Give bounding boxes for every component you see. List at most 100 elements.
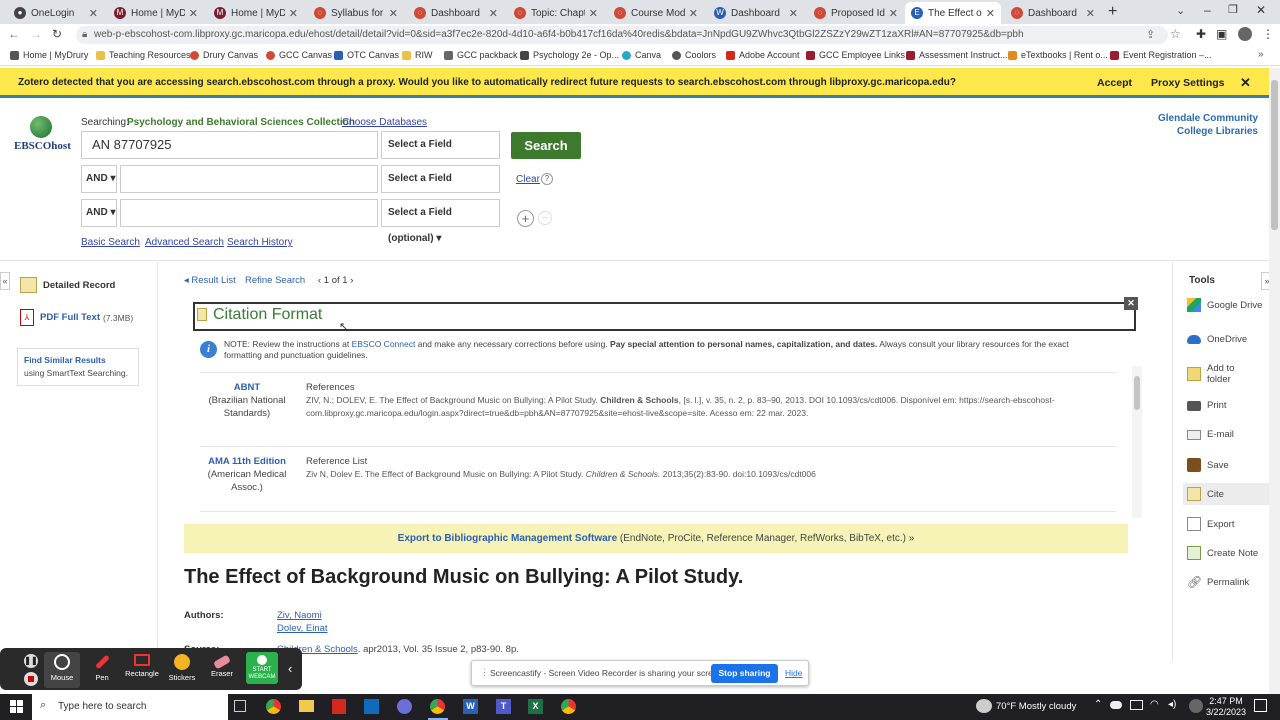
tool-save[interactable]: Save [1187, 458, 1229, 472]
taskbar-search-box[interactable]: ⌕ Type here to search [32, 694, 228, 720]
proxy-settings-button[interactable]: Proxy Settings [1151, 77, 1225, 89]
teams-icon[interactable]: T [496, 699, 511, 714]
tab-proposed-idea[interactable]: ◌ Proposed Idea ✕ [808, 2, 904, 24]
close-icon[interactable]: ✕ [489, 7, 498, 20]
weather-icon[interactable] [976, 699, 992, 713]
tool-print[interactable]: Print [1187, 400, 1227, 411]
remove-row-icon[interactable]: – [538, 211, 552, 225]
ebscohost-logo[interactable]: EBSCOhost [14, 116, 71, 156]
bookmark-gcc-packback[interactable]: GCC packback [444, 50, 518, 60]
new-tab-icon[interactable]: + [1108, 3, 1117, 21]
reload-icon[interactable]: ↻ [52, 27, 62, 41]
scrollbar-thumb[interactable] [1134, 376, 1140, 410]
tab-syllabus[interactable]: ◌ Syllabus for BS ✕ [308, 2, 404, 24]
close-icon[interactable]: ✕ [986, 7, 995, 20]
word-icon[interactable]: W [463, 699, 478, 714]
stop-sharing-button[interactable]: Stop sharing [711, 664, 778, 683]
search-history-link[interactable]: Search History [227, 237, 293, 248]
sidepanel-icon[interactable]: ▣ [1216, 27, 1227, 41]
tray-chevron-icon[interactable]: ⌃ [1094, 699, 1102, 710]
url-field[interactable]: 🔒︎ web-p-ebscohost-com.libproxy.gc.marico… [76, 26, 1168, 44]
weather-text[interactable]: 70°F Mostly cloudy [996, 701, 1076, 712]
search-button[interactable]: Search [511, 132, 581, 159]
wifi-icon[interactable]: ◠ [1150, 699, 1159, 710]
export-link[interactable]: Export to Bibliographic Management Softw… [398, 533, 617, 544]
mouse-tool-button[interactable]: Mouse [44, 652, 80, 688]
window-close-icon[interactable]: ✕ [1256, 3, 1266, 17]
tab-effect-of-background[interactable]: E The Effect of Ba ✕ [905, 2, 1001, 24]
tab-dashboard-3[interactable]: ◌ Dashboard ✕ [1005, 2, 1101, 24]
bookmark-etextbooks[interactable]: eTextbooks | Rent o... [1008, 50, 1108, 60]
tool-permalink[interactable]: 🔗︎ Permalink [1187, 575, 1249, 589]
outlook-icon[interactable] [364, 699, 379, 714]
bookmark-adobe-account[interactable]: Adobe Account [726, 50, 800, 60]
pdf-full-text-link[interactable]: ⅄ PDF Full Text (7.3MB) [20, 309, 133, 326]
start-webcam-button[interactable]: START WEBCAM [246, 652, 278, 684]
close-icon[interactable]: ✕ [1240, 75, 1251, 91]
bookmark-coolors[interactable]: Coolors [672, 50, 716, 60]
search-input-1[interactable]: AN 87707925 [81, 131, 378, 159]
bookmark-otc-canvas[interactable]: OTC Canvas [334, 50, 399, 60]
tab-topic-chapter[interactable]: ◌ Topic: Chapter ✕ [508, 2, 604, 24]
bookmark-teaching-resources[interactable]: Teaching Resources [96, 50, 191, 60]
close-icon[interactable]: ✕ [1086, 7, 1095, 20]
clock[interactable]: 2:47 PM 3/22/2023 [1206, 696, 1246, 718]
boolean-select-2[interactable]: AND ▾ [81, 165, 117, 193]
boolean-select-3[interactable]: AND ▾ [81, 199, 117, 227]
forward-icon[interactable]: → [30, 27, 42, 41]
tool-create-note[interactable]: Create Note [1187, 546, 1258, 560]
share-icon[interactable]: ⇪ [1146, 28, 1155, 41]
refine-search-link[interactable]: Refine Search [245, 275, 305, 286]
add-row-icon[interactable]: + [517, 210, 534, 227]
find-similar-box[interactable]: Find Similar Results using SmartText Sea… [17, 348, 139, 386]
tool-cite[interactable]: Cite [1183, 483, 1277, 505]
collapse-toolbar-icon[interactable]: ‹ [288, 661, 292, 676]
minimize-icon[interactable]: – [1204, 3, 1211, 17]
onedrive-tray-icon[interactable] [1110, 701, 1122, 709]
close-icon[interactable]: ✕ [189, 7, 198, 20]
tab-mydrury-2[interactable]: M Home | MyDru ✕ [208, 2, 304, 24]
profile-avatar[interactable] [1238, 27, 1252, 41]
stop-record-icon[interactable] [24, 672, 38, 686]
back-icon[interactable]: ← [8, 27, 20, 41]
page-scrollbar-thumb[interactable] [1271, 80, 1278, 230]
bookmark-riw[interactable]: RIW [402, 50, 433, 60]
field-select-2[interactable]: Select a Field (optional) ▾ [381, 165, 500, 210]
pause-icon[interactable]: ❚❚ [24, 654, 38, 668]
hide-link[interactable]: Hide [785, 668, 802, 678]
close-icon[interactable]: ✕ [289, 7, 298, 20]
field-select-1[interactable]: Select a Field (optional) ▾ [381, 131, 500, 176]
close-icon[interactable]: ✕ [889, 7, 898, 20]
tool-google-drive[interactable]: Google Drive [1187, 298, 1277, 312]
close-icon[interactable]: ✕ [689, 7, 698, 20]
help-icon[interactable]: ? [541, 173, 553, 185]
more-bookmarks-icon[interactable]: » [1258, 49, 1264, 60]
chrome-icon[interactable] [430, 699, 445, 714]
stickers-tool-button[interactable]: Stickers [164, 652, 200, 682]
author-link-2[interactable]: Dolev, Einat [277, 623, 328, 634]
bookmark-gcc-employee-links[interactable]: GCC Employee Links [806, 50, 905, 60]
search-input-2[interactable] [120, 165, 378, 193]
chrome-icon[interactable] [266, 699, 281, 714]
tab-dashboard-1[interactable]: ◌ Dashboard ✕ [408, 2, 504, 24]
menu-icon[interactable]: ⋮ [1262, 27, 1274, 41]
institution-name[interactable]: Glendale Community College Libraries [1130, 112, 1258, 138]
drag-handle-icon[interactable]: ⋮ [480, 667, 489, 678]
collapse-left-icon[interactable]: « [0, 272, 10, 290]
tab-course-modules[interactable]: ◌ Course Module ✕ [608, 2, 704, 24]
close-icon[interactable]: ✕ [89, 7, 98, 20]
windows-start-icon[interactable] [10, 700, 23, 713]
search-input-3[interactable] [120, 199, 378, 227]
tab-search-icon[interactable]: ⌄ [1176, 4, 1185, 17]
app-icon[interactable] [397, 699, 412, 714]
excel-icon[interactable]: X [528, 699, 543, 714]
ebsco-connect-link[interactable]: EBSCO Connect [352, 339, 416, 349]
acrobat-icon[interactable] [332, 699, 346, 714]
bookmark-psychology-2e[interactable]: Psychology 2e - Op... [520, 50, 619, 60]
eraser-tool-button[interactable]: Eraser [204, 652, 240, 678]
bookmark-gcc-canvas[interactable]: GCC Canvas [266, 50, 332, 60]
close-icon[interactable]: ✕ [589, 7, 598, 20]
bookmark-canva[interactable]: Canva [622, 50, 661, 60]
file-explorer-icon[interactable] [299, 700, 314, 712]
page-scrollbar[interactable] [1269, 68, 1280, 694]
